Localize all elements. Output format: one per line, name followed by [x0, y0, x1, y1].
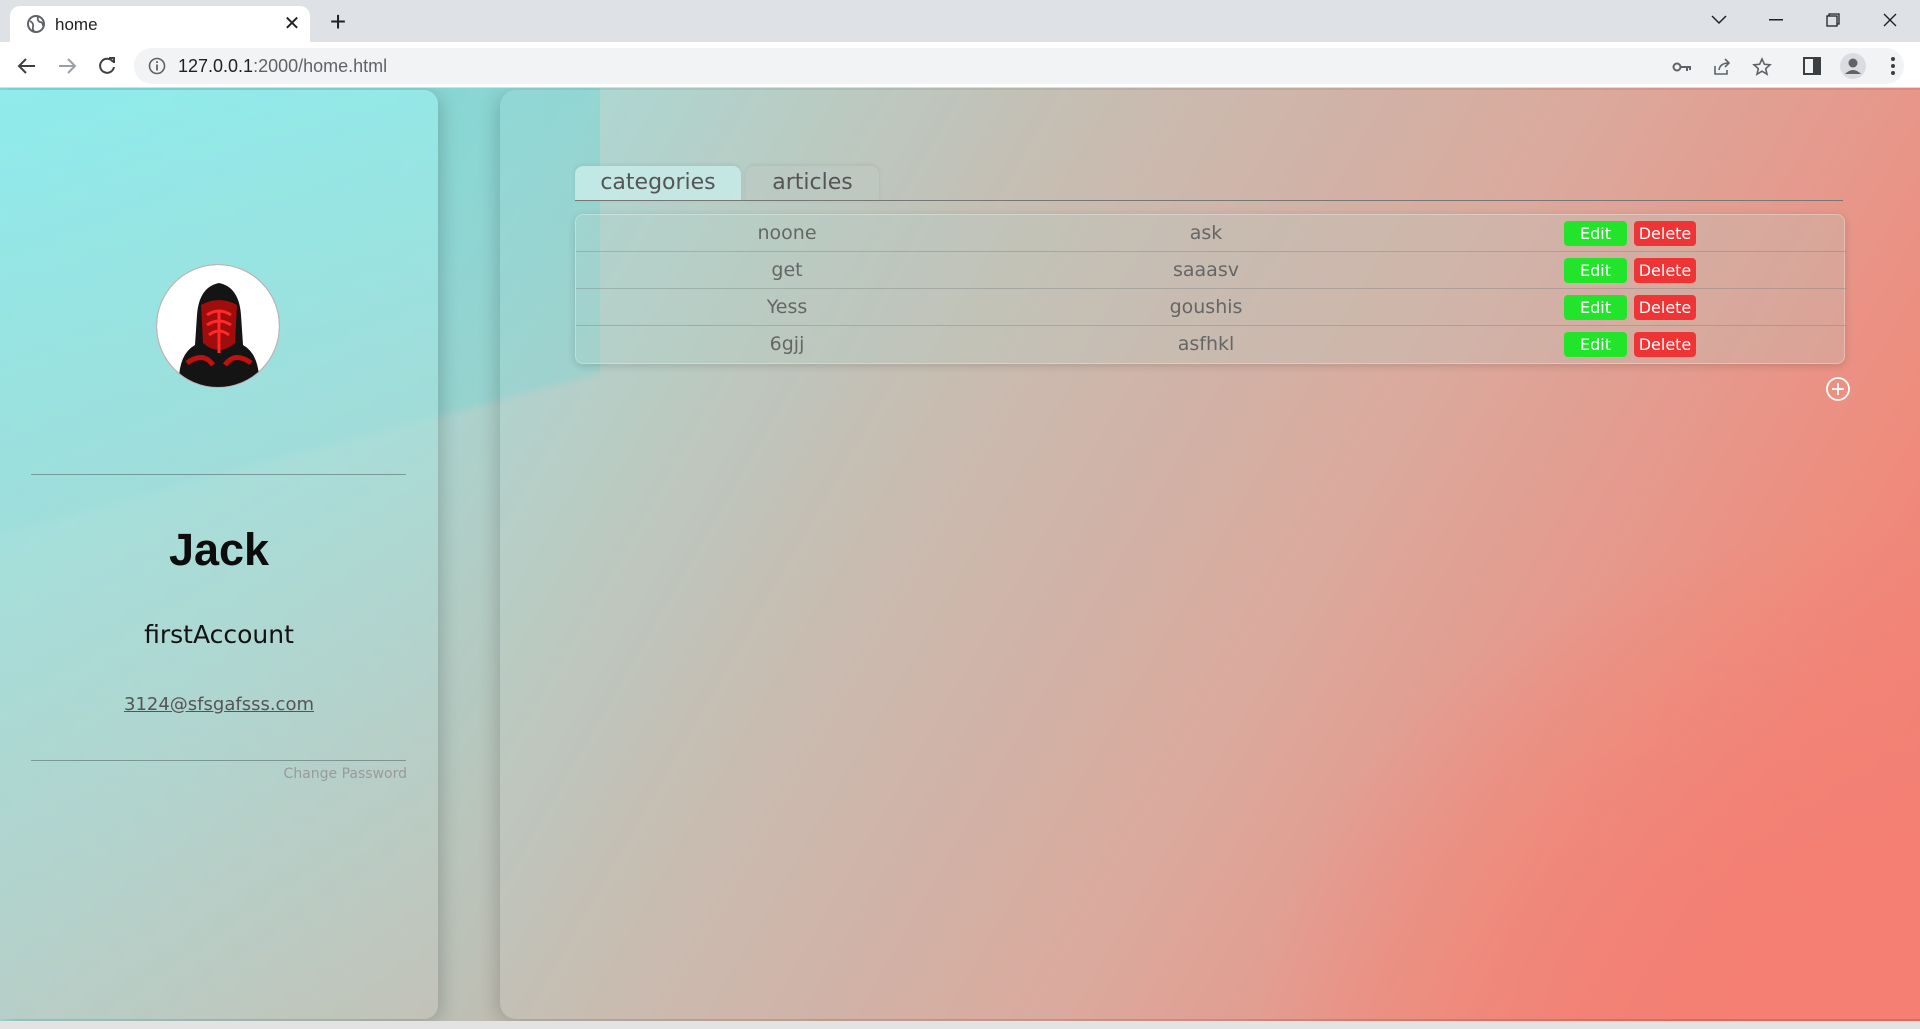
- edit-button[interactable]: Edit: [1564, 295, 1627, 320]
- plus-circle-icon: [1826, 377, 1850, 401]
- address-bar[interactable]: 127.0.0.1:2000/home.html: [134, 48, 1904, 84]
- edit-button[interactable]: Edit: [1564, 221, 1627, 246]
- restore-button[interactable]: [1805, 0, 1861, 40]
- url-host: 127.0.0.1: [178, 56, 254, 76]
- new-tab-button[interactable]: +: [322, 6, 354, 38]
- browser-toolbar: 127.0.0.1:2000/home.html: [0, 42, 1920, 88]
- delete-button[interactable]: Delete: [1634, 295, 1696, 320]
- edit-button[interactable]: Edit: [1564, 332, 1627, 357]
- delete-button[interactable]: Delete: [1634, 221, 1696, 246]
- profile-card: Jack firstAccount 3124@sfsgafsss.com Cha…: [0, 90, 438, 1019]
- minimize-icon: [1769, 19, 1783, 21]
- reload-button[interactable]: [90, 49, 124, 83]
- restore-icon: [1826, 13, 1840, 27]
- tab-articles[interactable]: articles: [746, 166, 879, 201]
- info-icon[interactable]: [148, 57, 166, 75]
- bottom-scrollbar: [0, 1021, 1920, 1029]
- email-link[interactable]: 3124@sfsgafsss.com: [0, 694, 438, 715]
- tab-underline: [575, 200, 1843, 201]
- profile-divider-top: [31, 474, 406, 475]
- close-tab-icon[interactable]: ✕: [280, 12, 304, 36]
- categories-table: noone ask Edit Delete get saaasv Edit De…: [575, 214, 1846, 364]
- reload-icon: [99, 57, 115, 74]
- change-password-link[interactable]: Change Password: [240, 766, 407, 782]
- tab-search-button[interactable]: [1691, 0, 1747, 40]
- category-value: ask: [1189, 222, 1223, 244]
- delete-button[interactable]: Delete: [1634, 332, 1696, 357]
- avatar[interactable]: [156, 264, 280, 388]
- globe-icon: [27, 15, 45, 33]
- table-row: noone ask Edit Delete: [576, 215, 1846, 252]
- menu-dots-icon[interactable]: [1878, 51, 1908, 81]
- delete-button[interactable]: Delete: [1634, 258, 1696, 283]
- category-value: goushis: [1169, 296, 1243, 318]
- share-icon[interactable]: [1710, 55, 1734, 79]
- category-value: saaasv: [1173, 259, 1239, 281]
- side-panel-icon[interactable]: [1797, 51, 1827, 81]
- close-icon: [1883, 13, 1897, 27]
- category-name: noone: [757, 222, 817, 244]
- back-button[interactable]: [10, 49, 44, 83]
- arrow-right-icon: [59, 58, 77, 74]
- key-icon[interactable]: [1670, 55, 1694, 79]
- profile-avatar-icon[interactable]: [1838, 51, 1868, 81]
- table-row: get saaasv Edit Delete: [576, 252, 1846, 289]
- url-path: :2000/home.html: [253, 56, 388, 76]
- user-name: Jack: [168, 524, 270, 575]
- forward-button[interactable]: [50, 49, 84, 83]
- close-window-button[interactable]: [1862, 0, 1918, 40]
- minimize-button[interactable]: [1748, 0, 1804, 40]
- category-name: Yess: [766, 296, 808, 318]
- tab-title: home: [55, 15, 98, 34]
- chevron-down-icon: [1711, 15, 1727, 25]
- category-value: asfhkl: [1177, 333, 1235, 355]
- tab-strip: home ✕ +: [0, 0, 1920, 42]
- tab-categories[interactable]: categories: [575, 166, 741, 201]
- table-row: 6gjj asfhkl Edit Delete: [576, 326, 1846, 363]
- star-icon[interactable]: [1750, 55, 1774, 79]
- edit-button[interactable]: Edit: [1564, 258, 1627, 283]
- url-text: 127.0.0.1:2000/home.html: [178, 56, 387, 77]
- category-name: 6gjj: [769, 333, 805, 355]
- arrow-left-icon: [17, 58, 35, 74]
- page-background: Jack firstAccount 3124@sfsgafsss.com Cha…: [0, 88, 1920, 1029]
- add-category-button[interactable]: [1825, 376, 1851, 402]
- account-name: firstAccount: [144, 620, 294, 649]
- profile-divider-bottom: [31, 760, 406, 761]
- avatar-image: [157, 265, 279, 387]
- browser-tab[interactable]: home ✕: [10, 6, 310, 42]
- table-row: Yess goushis Edit Delete: [576, 289, 1846, 326]
- category-name: get: [771, 259, 803, 281]
